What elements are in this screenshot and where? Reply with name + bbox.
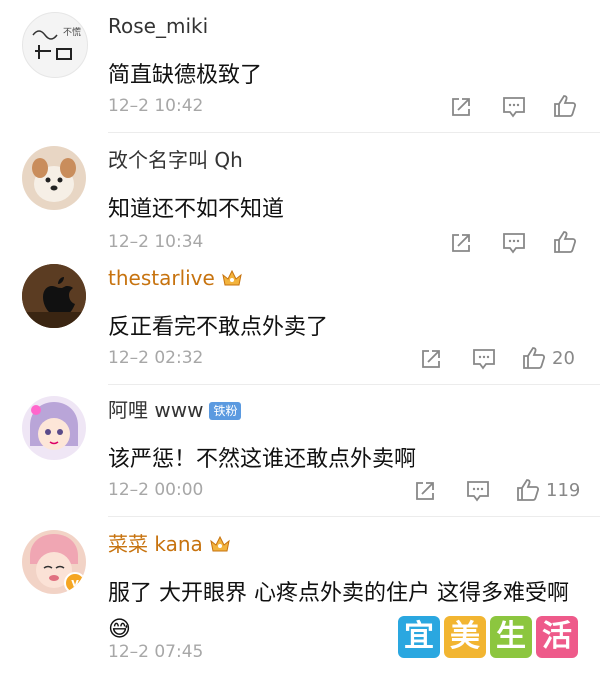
share-button[interactable] [420,348,442,370]
timestamp: 12–2 10:34 [108,232,204,252]
like-button[interactable]: 119 [516,478,580,502]
share-icon [416,482,434,500]
watermark-char: 美 [444,616,486,658]
like-count: 119 [546,479,581,501]
watermark-logo: 宜 美 生 活 [398,616,578,658]
timestamp: 12–2 07:45 [108,642,204,662]
verified-icon: v [64,572,86,594]
username[interactable]: thestarlive [108,264,243,292]
username[interactable]: Rose_miki [108,12,208,40]
username[interactable]: 改个名字叫 Qh [108,146,243,174]
share-button[interactable] [450,96,472,118]
like-count: 20 [552,347,575,369]
comment-item: 阿哩 www 铁粉 该严惩！不然这谁还敢点外卖啊 12–2 00:00 119 [0,396,600,517]
timestamp: 12–2 00:00 [108,480,204,500]
comment-icon [503,233,525,254]
thumbs-up-icon [517,479,540,501]
watermark-char: 生 [490,616,532,658]
fan-badge: 铁粉 [209,402,242,420]
reply-button[interactable] [466,480,490,502]
thumbs-up-icon [523,347,546,369]
timestamp: 12–2 10:42 [108,96,204,116]
share-icon [452,234,470,252]
divider [108,132,600,133]
comment-text: 反正看完不敢点外卖了 [108,315,329,340]
svg-text:不慌: 不慌 [63,26,81,38]
watermark-char: 宜 [398,616,440,658]
reply-button[interactable] [502,232,526,254]
share-icon [422,350,440,368]
divider [108,384,600,385]
vip-crown-icon [209,532,231,552]
thumbs-up-icon [554,231,577,253]
comment-icon [467,481,489,502]
like-button[interactable] [553,94,583,118]
comment-icon [473,349,495,370]
username-text: 阿哩 www [108,398,204,422]
username-text: thestarlive [108,266,215,290]
reply-button[interactable] [472,348,496,370]
like-button[interactable] [553,230,583,254]
share-button[interactable] [450,232,472,254]
username[interactable]: 菜菜 kana [108,530,231,558]
avatar[interactable] [22,396,86,460]
timestamp: 12–2 02:32 [108,348,204,368]
comment-item: thestarlive 反正看完不敢点外卖了 12–2 02:32 20 [0,264,600,385]
thumbs-up-icon [554,95,577,117]
username[interactable]: 阿哩 www 铁粉 [108,396,242,424]
comment-icon [503,97,525,118]
share-icon [452,98,470,116]
comment-text: 该严惩！不然这谁还敢点外卖啊 [108,447,417,472]
share-button[interactable] [414,480,436,502]
divider [108,516,600,517]
like-button[interactable]: 20 [522,346,575,370]
comment-text: 知道还不如不知道 [108,197,285,222]
comment-item: 改个名字叫 Qh 知道还不如不知道 12–2 10:34 [0,146,600,262]
avatar[interactable] [22,146,86,210]
vip-crown-icon [221,266,243,286]
avatar[interactable]: 不慌 [22,12,88,78]
avatar[interactable] [22,264,86,328]
comment-text: 简直缺德极致了 [108,63,263,88]
watermark-char: 活 [536,616,578,658]
avatar[interactable]: v [22,530,86,594]
reply-button[interactable] [502,96,526,118]
comment-item: 不慌 Rose_miki 简直缺德极致了 12–2 10:42 [0,12,600,133]
username-text: 菜菜 kana [108,532,203,556]
